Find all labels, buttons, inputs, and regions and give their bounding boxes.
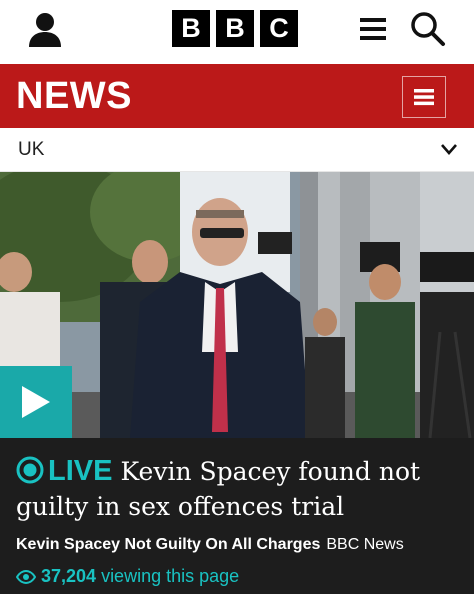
live-label: LIVE [48,455,113,487]
summary-title: Kevin Spacey Not Guilty On All Charges [16,536,321,553]
summary-line: Kevin Spacey Not Guilty On All Charges BB… [16,536,404,554]
hamburger-menu-icon [360,18,386,40]
person-icon [29,13,61,47]
bbc-logo[interactable]: B B C [172,10,298,47]
news-menu-button[interactable] [402,76,446,118]
bbc-logo-letter: B [172,10,210,47]
main-menu-button[interactable] [358,15,388,43]
bbc-logo-letter: C [260,10,298,47]
search-icon [411,12,445,46]
eye-icon [16,569,36,584]
play-video-button[interactable] [0,366,72,438]
bbc-logo-letter: B [216,10,254,47]
live-indicator-icon [16,456,44,484]
play-icon [22,386,50,418]
chevron-down-icon [441,144,457,155]
news-section-title[interactable]: NEWS [16,76,132,116]
article-headline-link[interactable]: LIVE Kevin Spacey found not guilty in se… [16,454,466,524]
section-label: UK [18,139,45,160]
section-selector[interactable]: UK [0,128,474,172]
news-bar: NEWS [0,64,474,128]
viewer-count: 37,204 viewing this page [16,566,239,587]
live-badge: LIVE [16,455,121,487]
headline-panel: LIVE Kevin Spacey found not guilty in se… [0,438,474,594]
search-button[interactable] [410,11,446,47]
account-button[interactable] [26,12,64,48]
viewer-count-number: 37,204 [41,566,97,586]
viewer-count-text: viewing this page [101,566,240,586]
top-bar: B B C [0,0,474,62]
list-menu-icon [414,89,434,106]
source-label: BBC News [326,536,404,553]
